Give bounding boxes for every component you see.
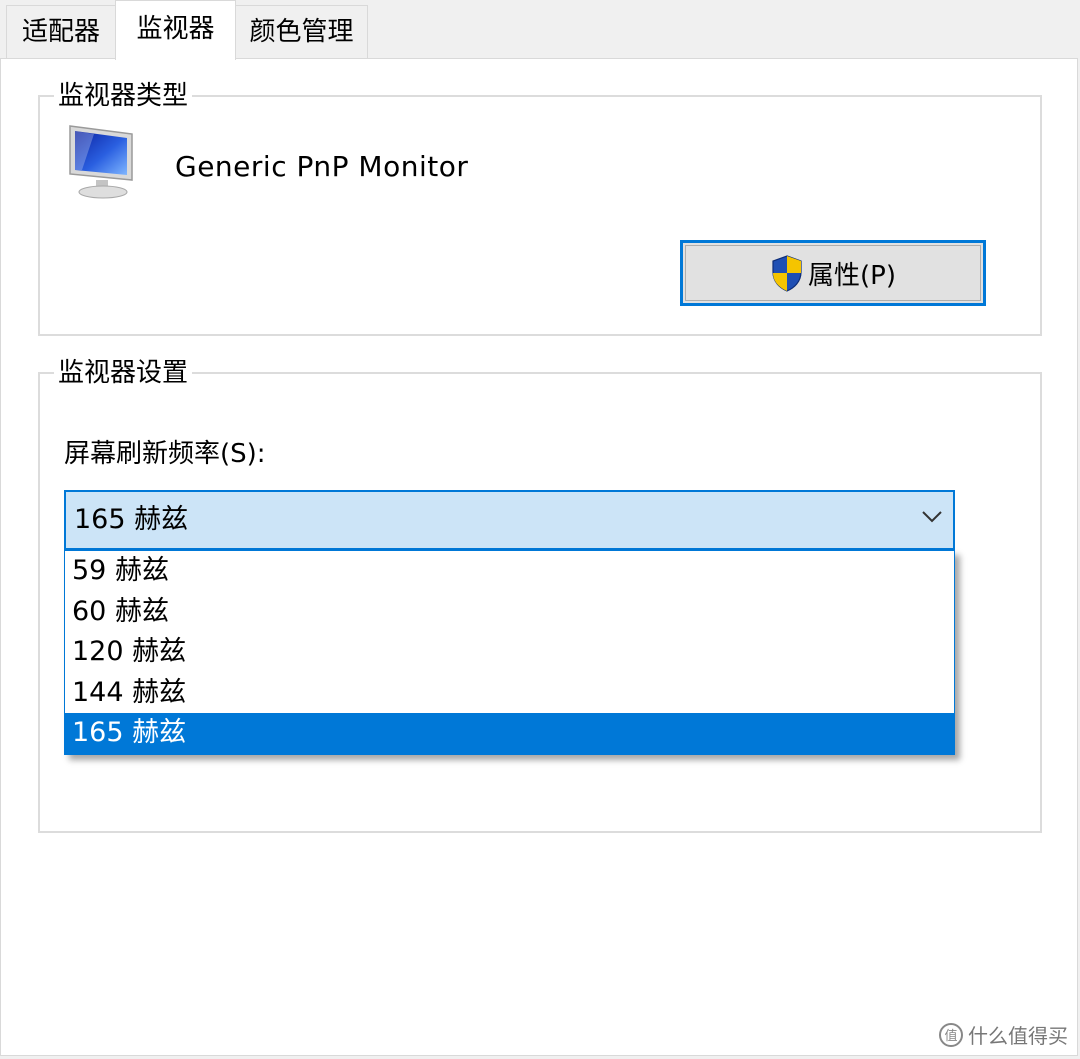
refresh-rate-option[interactable]: 59 赫兹 (65, 551, 954, 592)
watermark-text: 什么值得买 (968, 1024, 1068, 1048)
tab-color-management[interactable]: 颜色管理 (235, 5, 368, 58)
properties-button-label: 属性(P) (808, 260, 896, 291)
tab-monitor[interactable]: 监视器 (115, 0, 236, 60)
refresh-rate-option[interactable]: 60 赫兹 (65, 592, 954, 633)
watermark: 值 什么值得买 (938, 1020, 1068, 1049)
refresh-rate-label: 屏幕刷新频率(S): (64, 439, 266, 469)
monitor-icon (69, 125, 133, 199)
refresh-rate-option[interactable]: 144 赫兹 (65, 673, 954, 714)
refresh-rate-selected-value: 165 赫兹 (74, 504, 189, 535)
uac-shield-icon (772, 255, 802, 292)
refresh-rate-option[interactable]: 120 赫兹 (65, 632, 954, 673)
tab-strip: 适配器 监视器 颜色管理 (0, 0, 1080, 60)
refresh-rate-option-selected[interactable]: 165 赫兹 (65, 713, 954, 754)
monitor-type-group-title: 监视器类型 (54, 81, 193, 111)
svg-text:值: 值 (944, 1028, 957, 1044)
smzdm-logo-icon: 值 (939, 1022, 963, 1047)
properties-button[interactable]: 属性(P) (680, 240, 986, 306)
refresh-rate-dropdown-list: 59 赫兹 60 赫兹 120 赫兹 144 赫兹 165 赫兹 (64, 550, 955, 755)
monitor-settings-group-title: 监视器设置 (54, 358, 193, 388)
monitor-name: Generic PnP Monitor (175, 150, 469, 183)
refresh-rate-combobox[interactable]: 165 赫兹 (64, 490, 955, 550)
chevron-down-icon (922, 511, 942, 523)
tab-adapter[interactable]: 适配器 (6, 5, 116, 58)
